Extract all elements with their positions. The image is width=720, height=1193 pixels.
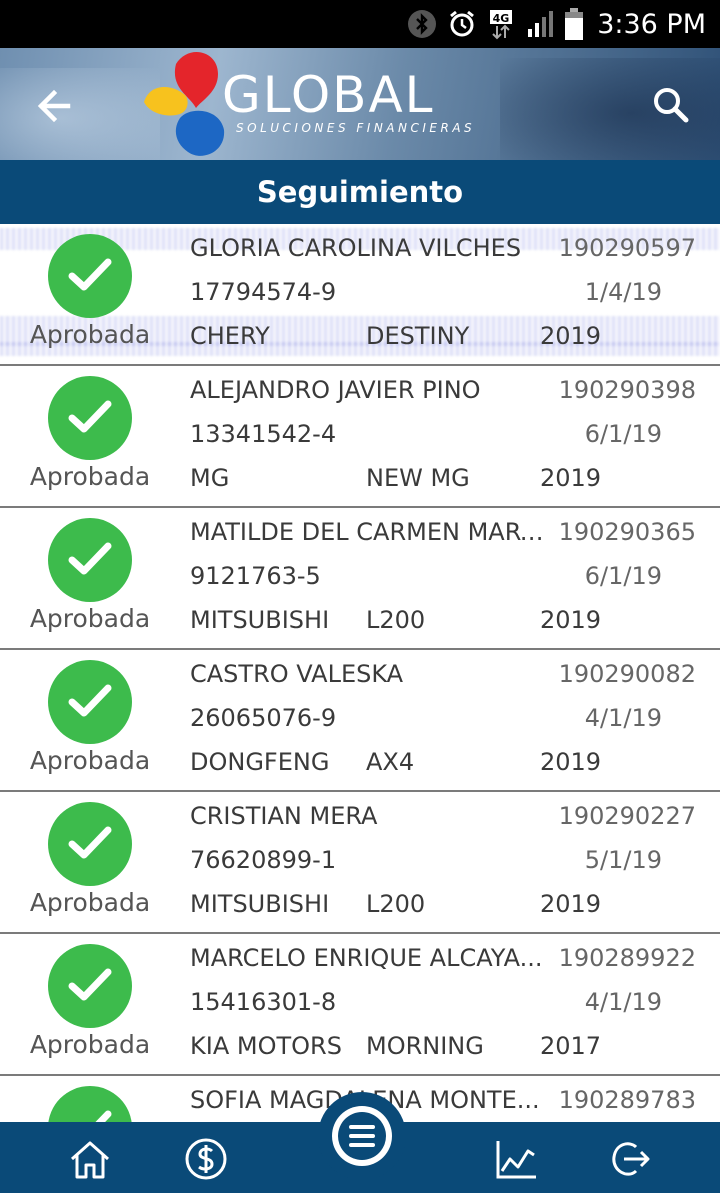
vehicle-year: 2019 — [540, 890, 602, 918]
request-number: 190290082 — [558, 660, 696, 688]
vehicle-model: MORNING — [366, 1032, 484, 1060]
signal-icon — [527, 9, 555, 39]
client-rut: 76620899-1 — [190, 846, 337, 874]
menu-icon — [338, 1112, 386, 1160]
request-number: 190290365 — [558, 518, 696, 546]
vehicle-year: 2019 — [540, 606, 602, 634]
vehicle-model: L200 — [366, 890, 426, 918]
list-item[interactable]: Aprobada MARCELO ENRIQUE ALCAYA... 19028… — [0, 934, 720, 1076]
status-indicator — [48, 234, 132, 318]
logo-subtitle: SOLUCIONES FINANCIERAS — [236, 121, 476, 135]
request-date: 6/1/19 — [584, 562, 662, 590]
status-label: Aprobada — [29, 462, 151, 491]
vehicle-brand: MITSUBISHI — [190, 890, 330, 918]
status-label: Aprobada — [29, 1030, 151, 1059]
vehicle-year: 2019 — [540, 322, 602, 350]
alarm-icon — [447, 9, 477, 39]
client-name: MARCELO ENRIQUE ALCAYA... — [190, 944, 543, 972]
request-number: 190290398 — [558, 376, 696, 404]
status-indicator — [48, 802, 132, 886]
check-icon — [68, 542, 112, 575]
client-name: GLORIA CAROLINA VILCHES — [190, 234, 522, 262]
request-number: 190289922 — [558, 944, 696, 972]
search-icon — [654, 88, 689, 123]
payments-button[interactable] — [180, 1134, 232, 1184]
arrow-back-icon — [37, 89, 71, 123]
request-date: 4/1/19 — [584, 988, 662, 1016]
request-date: 1/4/19 — [584, 278, 662, 306]
status-indicator — [48, 518, 132, 602]
client-rut: 13341542-4 — [190, 420, 337, 448]
request-date: 5/1/19 — [584, 846, 662, 874]
request-number: 190290597 — [558, 234, 696, 262]
check-icon — [68, 826, 112, 859]
status-bar: 4G 3:36 PM — [0, 0, 720, 48]
home-icon — [71, 1141, 109, 1179]
vehicle-brand: MITSUBISHI — [190, 606, 330, 634]
svg-text:4G: 4G — [493, 12, 510, 25]
clock: 3:36 PM — [597, 8, 706, 40]
page-title: Seguimiento — [256, 175, 464, 209]
check-icon — [68, 258, 112, 291]
status-indicator — [48, 660, 132, 744]
list-item[interactable]: Aprobada GLORIA CAROLINA VILCHES 1902905… — [0, 224, 720, 366]
app-header: GLOBAL SOLUCIONES FINANCIERAS — [0, 48, 720, 160]
status-label: Aprobada — [29, 320, 151, 349]
stats-button[interactable] — [490, 1134, 542, 1184]
vehicle-year: 2019 — [540, 748, 602, 776]
request-number: 190290227 — [558, 802, 696, 830]
vehicle-brand: KIA MOTORS — [190, 1032, 342, 1060]
list-item[interactable]: Aprobada MATILDE DEL CARMEN MART... 1902… — [0, 508, 720, 650]
chart-icon — [496, 1141, 536, 1179]
menu-button-inner — [332, 1106, 392, 1166]
request-number: 190289783 — [558, 1086, 696, 1114]
client-name: ALEJANDRO JAVIER PINO — [190, 376, 481, 404]
vehicle-year: 2019 — [540, 464, 602, 492]
vehicle-brand: DONGFENG — [190, 748, 330, 776]
check-icon — [68, 684, 112, 717]
check-icon — [68, 968, 112, 1001]
vehicle-brand: MG — [190, 464, 230, 492]
request-date: 6/1/19 — [584, 420, 662, 448]
status-label: Aprobada — [29, 888, 151, 917]
vehicle-year: 2017 — [540, 1032, 602, 1060]
bluetooth-icon — [407, 9, 437, 39]
status-indicator — [48, 944, 132, 1028]
list-item[interactable]: Aprobada CASTRO VALESKA 190290082 260650… — [0, 650, 720, 792]
vehicle-model: AX4 — [366, 748, 415, 776]
search-button[interactable] — [646, 82, 698, 128]
menu-button[interactable] — [318, 1092, 406, 1180]
request-date: 4/1/19 — [584, 704, 662, 732]
vehicle-model: NEW MG — [366, 464, 470, 492]
client-rut: 26065076-9 — [190, 704, 337, 732]
home-button[interactable] — [64, 1134, 116, 1184]
check-icon — [68, 400, 112, 433]
client-name: CASTRO VALESKA — [190, 660, 404, 688]
status-indicator — [48, 1086, 132, 1122]
dollar-icon — [185, 1138, 227, 1180]
list-item[interactable]: Aprobada ALEJANDRO JAVIER PINO 190290398… — [0, 366, 720, 508]
list-item[interactable]: Aprobada CRISTIAN MERA 190290227 7662089… — [0, 792, 720, 934]
vehicle-brand: CHERY — [190, 322, 270, 350]
status-label: Aprobada — [29, 604, 151, 633]
client-rut: 17794574-9 — [190, 278, 337, 306]
client-rut: 9121763-5 — [190, 562, 321, 590]
check-icon — [95, 1110, 112, 1122]
status-indicator — [48, 376, 132, 460]
status-label: Aprobada — [29, 746, 151, 775]
global-logo: GLOBAL SOLUCIONES FINANCIERAS — [140, 48, 490, 160]
title-bar: Seguimiento — [0, 160, 720, 224]
client-name: MATILDE DEL CARMEN MART... — [190, 518, 550, 546]
network-4g-icon: 4G — [487, 8, 517, 40]
client-rut: 15416301-8 — [190, 988, 337, 1016]
back-button[interactable] — [30, 84, 82, 128]
logout-icon — [612, 1142, 650, 1176]
logo-wordmark: GLOBAL — [222, 66, 435, 124]
logout-button[interactable] — [604, 1134, 656, 1184]
vehicle-model: L200 — [366, 606, 426, 634]
battery-icon — [565, 8, 584, 40]
request-list[interactable]: Aprobada GLORIA CAROLINA VILCHES 1902905… — [0, 224, 720, 1122]
vehicle-model: DESTINY — [366, 322, 470, 350]
client-name: CRISTIAN MERA — [190, 802, 378, 830]
